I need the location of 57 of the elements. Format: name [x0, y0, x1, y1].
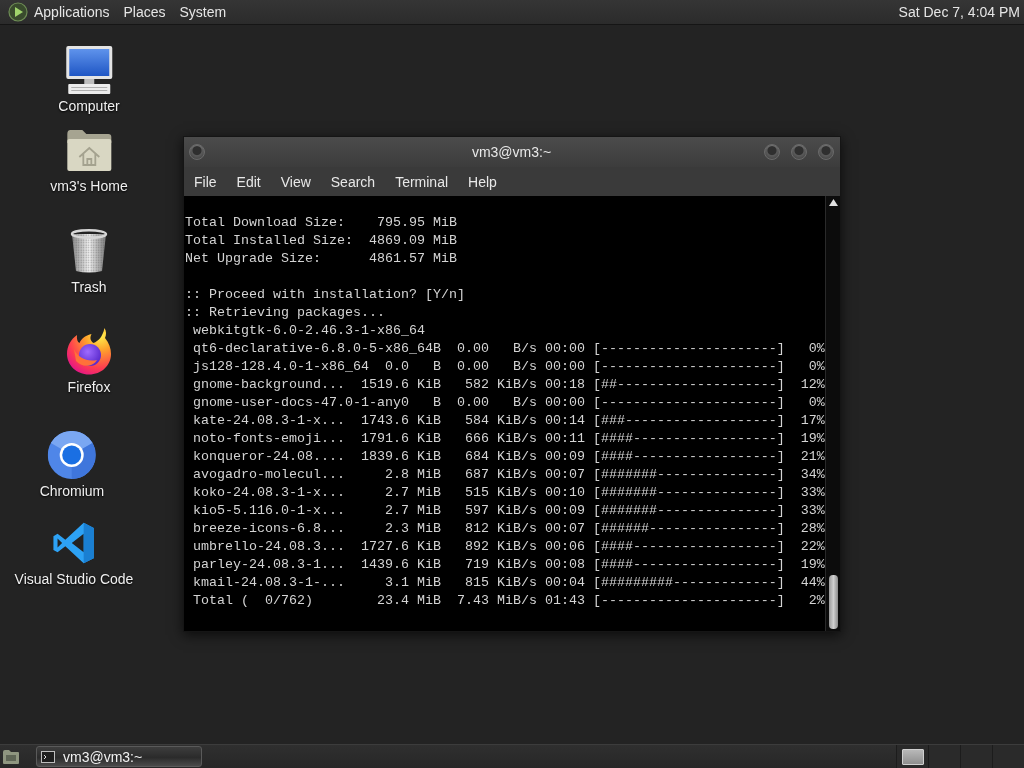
chromium-logo-icon: [48, 431, 96, 479]
terminal-icon: [41, 750, 55, 763]
menu-item[interactable]: Edit: [226, 169, 271, 194]
menu-item[interactable]: Search: [320, 169, 386, 194]
terminal-line: :: Proceed with installation? [Y/n]: [185, 287, 465, 304]
show-desktop-button[interactable]: [2, 747, 20, 766]
menu-item[interactable]: Help: [458, 169, 507, 194]
desktop-shortcut[interactable]: Firefox: [65, 327, 113, 395]
scroll-up-icon[interactable]: [828, 199, 838, 206]
panel-menu[interactable]: Applications: [27, 1, 117, 23]
firefox-logo-icon: [66, 327, 112, 375]
desktop-shortcut[interactable]: Computer: [58, 46, 120, 114]
terminal-line: :: Retrieving packages...: [185, 305, 385, 322]
terminal-line: noto-fonts-emoji... 1791.6 KiB 666 KiB/s 00:11 [####------------------] 19%: [193, 431, 825, 448]
maximize-button[interactable]: [791, 144, 807, 160]
menu-item[interactable]: View: [270, 169, 321, 194]
trash-icon: [70, 229, 108, 273]
terminal-line: Total Download Size: 795.95 MiB: [185, 215, 457, 232]
panel-menu[interactable]: Places: [116, 1, 173, 23]
panel-menu[interactable]: System: [172, 1, 234, 23]
terminal-line: breeze-icons-6.8... 2.3 MiB 812 KiB/s 00:07 [######----------------] 28%: [193, 521, 825, 538]
desktop-shortcut[interactable]: vm3's Home: [50, 126, 128, 194]
menu-item[interactable]: Terminal: [385, 169, 459, 194]
desktop-shortcut[interactable]: Visual Studio Code: [14, 519, 134, 587]
terminal-line: gnome-background... 1519.6 KiB 582 KiB/s 00:18 [##--------------------] 12%: [193, 377, 825, 394]
terminal-line: avogadro-molecul... 2.8 MiB 687 KiB/s 00:07 [#######---------------] 34%: [193, 467, 825, 484]
menu-item[interactable]: File: [184, 169, 227, 194]
terminal-line: konqueror-24.08.... 1839.6 KiB 684 KiB/s 00:09 [####------------------] 21%: [193, 449, 825, 466]
vscode-logo-icon: [52, 521, 96, 565]
monitor-icon: [65, 46, 113, 94]
window-title: vm3@vm3:~: [471, 144, 552, 160]
terminal-line: Total ( 0/762) 23.4 MiB 7.43 MiB/s 01:43 [----------------------] 2%: [193, 593, 825, 610]
workspace-button[interactable]: [896, 745, 928, 768]
minimize-button[interactable]: [764, 144, 780, 160]
window-thumbnail-icon: [901, 748, 924, 765]
terminal-line: Total Installed Size: 4869.09 MiB: [185, 233, 457, 250]
desktop-shortcut[interactable]: Chromium: [39, 431, 105, 499]
terminal-line: koko-24.08.3-1-x... 2.7 MiB 515 KiB/s 00:10 [#######---------------] 33%: [193, 485, 825, 502]
terminal-line: js128-128.4.0-1-x86_64 0.0 B 0.00 B/s 00:00 [----------------------] 0%: [193, 359, 825, 376]
home-folder-icon: [66, 129, 112, 171]
desktop-shortcut[interactable]: Trash: [65, 227, 113, 295]
terminal-line: gnome-user-docs-47.0-1-any0 B 0.00 B/s 00:00 [----------------------] 0%: [193, 395, 825, 412]
terminal-line: webkitgtk-6.0-2.46.3-1-x86_64: [193, 323, 425, 340]
desktop-folder-icon: [2, 747, 20, 766]
taskbar-button[interactable]: vm3@vm3:~: [36, 746, 202, 767]
menu-logo-icon[interactable]: [8, 2, 28, 22]
terminal-line: kio5-5.116.0-1-x... 2.7 MiB 597 KiB/s 00:09 [#######---------------] 33%: [193, 503, 825, 520]
terminal-line: qt6-declarative-6.8.0-5-x86_64B 0.00 B/s 00:00 [----------------------] 0%: [193, 341, 825, 358]
terminal-line: kate-24.08.3-1-x... 1743.6 KiB 584 KiB/s 00:14 [###-------------------] 17%: [193, 413, 825, 430]
terminal-line: parley-24.08.3-1... 1439.6 KiB 719 KiB/s 00:08 [####------------------] 19%: [193, 557, 825, 574]
terminal-line: kmail-24.08.3-1-... 3.1 MiB 815 KiB/s 00:04 [#########-------------] 44%: [193, 575, 825, 592]
terminal-line: Net Upgrade Size: 4861.57 MiB: [185, 251, 457, 268]
window-menu-button[interactable]: [189, 144, 205, 160]
scrollbar-thumb[interactable]: [828, 575, 838, 629]
close-button[interactable]: [818, 144, 834, 160]
clock[interactable]: Sat Dec 7, 4:04 PM: [898, 4, 1020, 20]
terminal-line: umbrello-24.08.3... 1727.6 KiB 892 KiB/s 00:06 [####------------------] 22%: [193, 539, 825, 556]
